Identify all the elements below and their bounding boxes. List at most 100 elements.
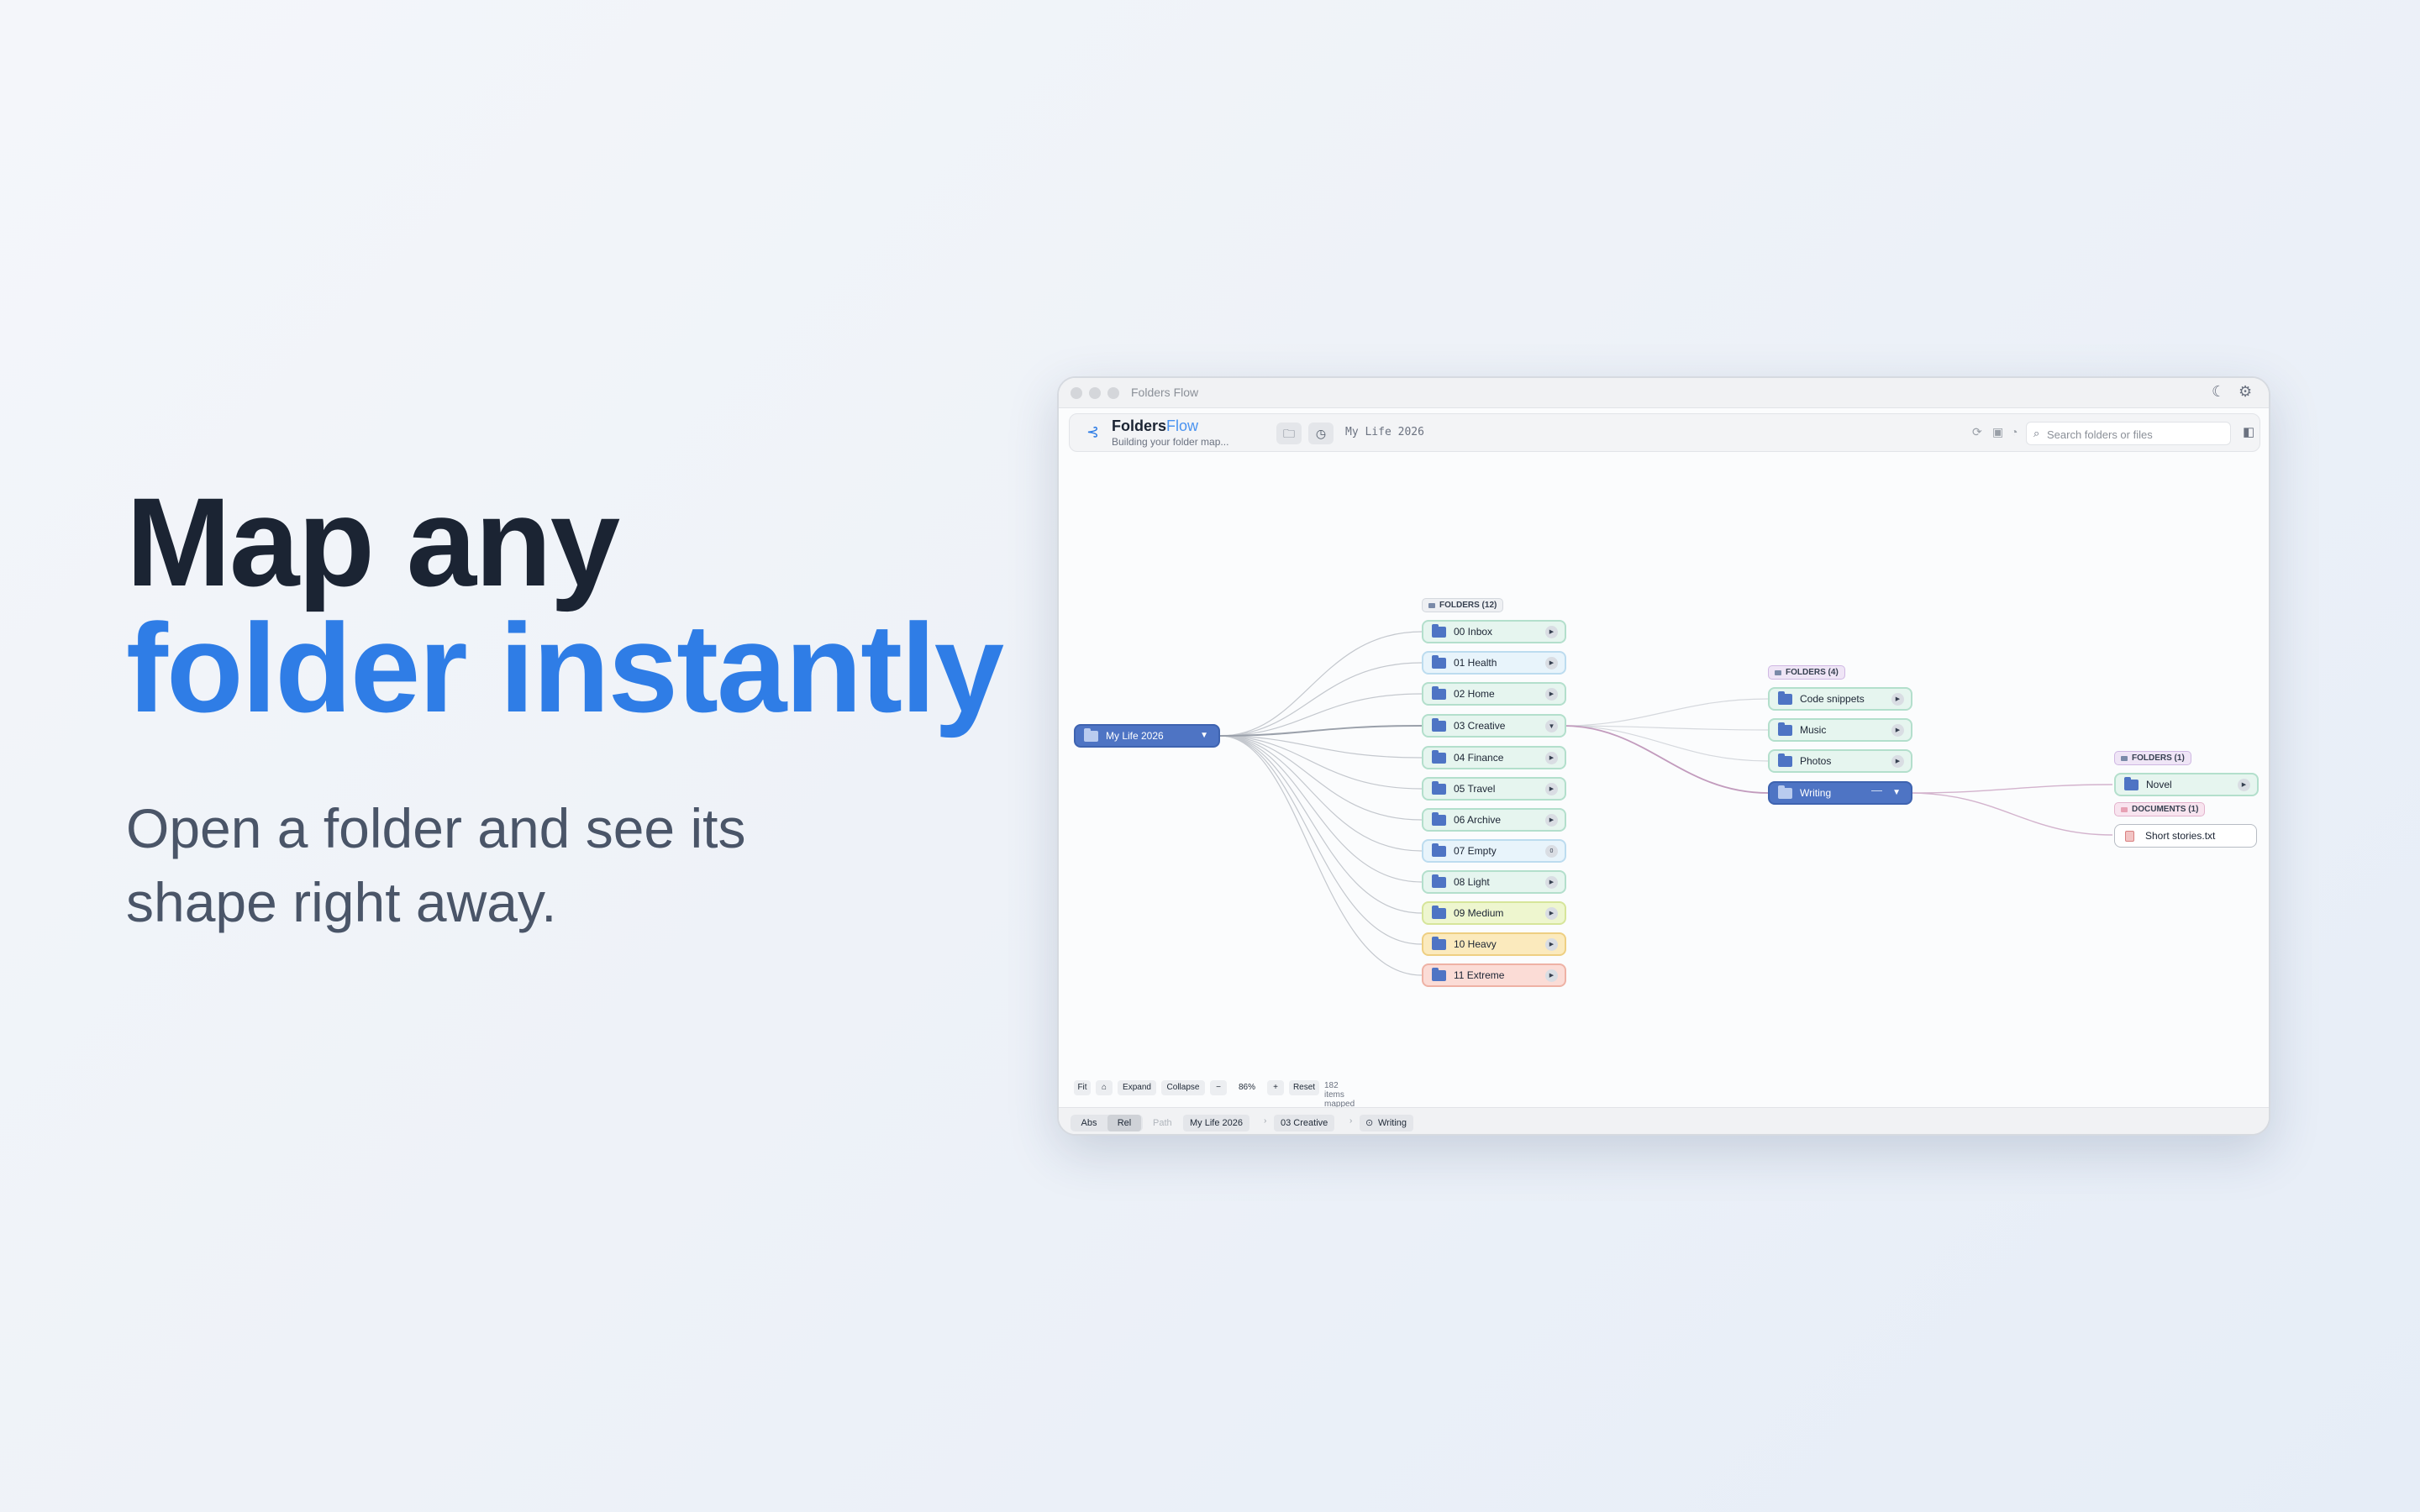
- expand-arrow-icon[interactable]: ▶: [1891, 755, 1904, 768]
- chevron-down-icon[interactable]: ▼: [1200, 726, 1208, 746]
- expand-arrow-icon[interactable]: ▶: [1545, 752, 1558, 764]
- edge-writing-doc: [1908, 792, 2113, 836]
- document-icon: [2125, 831, 2134, 842]
- collapse-button[interactable]: Collapse: [1161, 1080, 1205, 1095]
- folder-icon: [1432, 812, 1446, 826]
- expand-arrow-icon[interactable]: ▶: [1545, 626, 1558, 638]
- breadcrumb-writing[interactable]: ⊙ Writing: [1360, 1115, 1414, 1131]
- hero-title-line1: Map any: [126, 471, 620, 612]
- edge-root-02: [1219, 693, 1423, 737]
- edge-root-06: [1219, 735, 1423, 821]
- creative-edges: [1562, 698, 1769, 762]
- edge-root-11: [1219, 735, 1423, 976]
- folder-node-01-health[interactable]: 01 Health ▶: [1422, 651, 1566, 675]
- folder-node-04-finance[interactable]: 04 Finance ▶: [1422, 746, 1566, 769]
- abs-toggle[interactable]: Abs: [1072, 1115, 1106, 1131]
- folder-icon: [2124, 777, 2139, 790]
- folder-icon: [1432, 906, 1446, 919]
- zoom-window-button[interactable]: [1107, 387, 1119, 399]
- minimize-window-button[interactable]: [1089, 387, 1101, 399]
- folder-node-03-creative[interactable]: 03 Creative ▼: [1422, 714, 1566, 738]
- folder-node-00-inbox[interactable]: 00 Inbox ▶: [1422, 620, 1566, 643]
- edge-creative-code: [1562, 698, 1769, 727]
- close-window-button[interactable]: [1071, 387, 1082, 399]
- folder-node-06-archive[interactable]: 06 Archive ▶: [1422, 808, 1566, 832]
- file-node-short-stories[interactable]: Short stories.txt: [2114, 824, 2257, 848]
- folder-icon: [1778, 691, 1792, 705]
- folder-node-photos[interactable]: Photos ▶: [1768, 749, 1912, 773]
- novel-group-text: FOLDERS (1): [2132, 753, 2185, 763]
- document-group-icon: [2121, 807, 2128, 812]
- folder-node-music[interactable]: Music ▶: [1768, 718, 1912, 742]
- home-icon[interactable]: ⌂: [1096, 1080, 1113, 1095]
- breadcrumb-my-life[interactable]: My Life 2026: [1183, 1115, 1249, 1131]
- folder-node-09-medium[interactable]: 09 Medium ▶: [1422, 901, 1566, 925]
- app-window: Folders Flow ☾ ⚙ ⊰ FoldersFlow Building …: [1057, 376, 2270, 1136]
- current-path: My Life 2026: [1345, 426, 1424, 438]
- folder-node-label: 02 Home: [1454, 688, 1495, 700]
- folder-icon: [1432, 843, 1446, 857]
- breadcrumb-separator-icon: ›: [1264, 1116, 1267, 1126]
- expand-arrow-icon[interactable]: ▶: [1545, 876, 1558, 889]
- expand-arrow-icon[interactable]: ▶: [1545, 938, 1558, 951]
- folder-node-08-light[interactable]: 08 Light ▶: [1422, 870, 1566, 894]
- expand-arrow-icon[interactable]: ▶: [1545, 657, 1558, 669]
- refresh-icon[interactable]: ⟳: [1972, 425, 1982, 439]
- folder-node-label: Writing: [1800, 787, 1832, 799]
- breadcrumb-creative[interactable]: 03 Creative: [1274, 1115, 1335, 1131]
- root-node[interactable]: My Life 2026 ▼: [1074, 724, 1220, 748]
- folder-node-label: 08 Light: [1454, 876, 1490, 888]
- drag-handle-icon[interactable]: —: [1871, 780, 1882, 801]
- edge-creative-music: [1562, 725, 1769, 731]
- folder-node-02-home[interactable]: 02 Home ▶: [1422, 682, 1566, 706]
- folder-node-05-travel[interactable]: 05 Travel ▶: [1422, 777, 1566, 801]
- expand-arrow-icon[interactable]: ▶: [1545, 907, 1558, 920]
- folder-icon: [1432, 750, 1446, 764]
- edge-creative-writing: [1562, 725, 1769, 794]
- zoom-out-button[interactable]: −: [1210, 1080, 1227, 1095]
- documents-group-label: DOCUMENTS (1): [2114, 802, 2206, 816]
- expand-arrow-icon[interactable]: ▶: [1545, 814, 1558, 827]
- subfolders-group-label: FOLDERS (4): [1768, 665, 1845, 680]
- edge-root-08: [1219, 735, 1423, 883]
- folder-node-11-extreme[interactable]: 11 Extreme ▶: [1422, 963, 1566, 987]
- folder-node-label: 04 Finance: [1454, 752, 1504, 764]
- archive-icon[interactable]: ▣: [1992, 425, 2003, 439]
- expand-arrow-icon[interactable]: ▶: [1545, 969, 1558, 982]
- edge-root-00: [1219, 631, 1423, 737]
- folder-node-code-snippets[interactable]: Code snippets ▶: [1768, 687, 1912, 711]
- expand-arrow-icon[interactable]: ▶: [2238, 779, 2250, 791]
- moon-icon[interactable]: ☾: [2212, 383, 2225, 401]
- expand-arrow-icon[interactable]: ▶: [1545, 688, 1558, 701]
- expand-arrow-icon[interactable]: ▶: [1545, 783, 1558, 795]
- reset-button[interactable]: Reset: [1289, 1080, 1319, 1095]
- open-folder-button[interactable]: 🗀: [1276, 423, 1302, 444]
- expand-button[interactable]: Expand: [1118, 1080, 1156, 1095]
- search-input[interactable]: [2047, 426, 2223, 443]
- expand-arrow-icon[interactable]: ▶: [1891, 724, 1904, 737]
- history-button[interactable]: ◷: [1308, 423, 1334, 444]
- chevron-down-icon[interactable]: ▼: [1545, 720, 1558, 732]
- folder-icon: [1084, 728, 1098, 742]
- rel-toggle[interactable]: Rel: [1107, 1115, 1141, 1131]
- zoom-in-button[interactable]: +: [1267, 1080, 1284, 1095]
- folder-icon: [1778, 722, 1792, 736]
- fit-button[interactable]: Fit: [1074, 1080, 1091, 1095]
- expand-arrow-icon[interactable]: ▶: [1891, 693, 1904, 706]
- item-count-badge: 0: [1545, 845, 1558, 858]
- chevron-down-icon[interactable]: ▼: [1892, 783, 1901, 803]
- hero-title-line2: folder instantly: [126, 597, 1004, 738]
- zoom-level: 86%: [1238, 1083, 1255, 1092]
- folder-node-novel[interactable]: Novel ▶: [2114, 773, 2259, 796]
- folder-node-writing[interactable]: Writing — ▼: [1768, 781, 1912, 805]
- folder-icon: [1432, 718, 1446, 732]
- folder-node-10-heavy[interactable]: 10 Heavy ▶: [1422, 932, 1566, 956]
- search-box[interactable]: ⌕: [2026, 422, 2231, 445]
- sidebar-toggle-icon[interactable]: ◧: [2243, 424, 2254, 439]
- clock-icon[interactable]: ◔: [2011, 425, 2018, 438]
- gear-icon[interactable]: ⚙: [2238, 383, 2252, 401]
- edge-root-09: [1219, 735, 1423, 914]
- edge-root-05: [1219, 735, 1423, 790]
- folder-node-07-empty[interactable]: 07 Empty 0: [1422, 839, 1566, 863]
- folder-node-label: 06 Archive: [1454, 814, 1502, 826]
